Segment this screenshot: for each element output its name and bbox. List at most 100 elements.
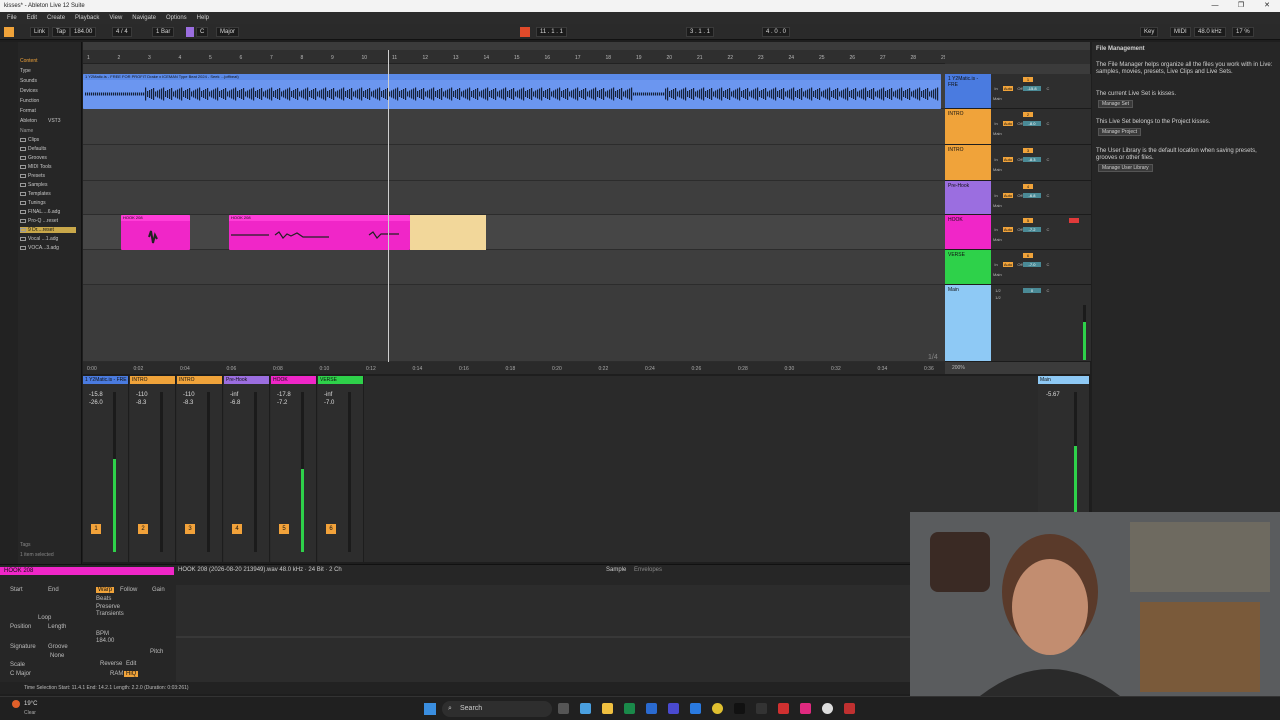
track-header[interactable]: HOOK (945, 215, 991, 250)
browser-item[interactable]: Pro-Q ...reset (20, 218, 58, 224)
clip-name-field[interactable]: HOOK 208 (0, 567, 174, 575)
tap-button[interactable]: Tap (52, 27, 70, 37)
strip-volume[interactable]: -inf (230, 392, 238, 398)
loop-start-field[interactable]: 3 . 1 . 1 (686, 27, 715, 37)
reverse-button[interactable]: Reverse (100, 661, 122, 667)
midi-map-label[interactable]: MIDI (1170, 27, 1191, 37)
menu-edit[interactable]: Edit (22, 15, 42, 21)
strip-volume[interactable]: -110 (136, 392, 148, 398)
main-lane[interactable] (83, 285, 945, 362)
track-header[interactable]: INTRO (945, 145, 991, 181)
track-activator[interactable]: 4 (232, 524, 242, 534)
strip-volume[interactable]: -17.8 (277, 392, 291, 398)
main-pan[interactable]: C (1043, 288, 1053, 293)
browser-filter-devices[interactable]: Devices (20, 88, 38, 94)
time-selection-region[interactable] (410, 215, 486, 250)
track-pan[interactable]: C (1043, 157, 1053, 162)
ableton-icon[interactable] (844, 703, 855, 714)
chrome-icon[interactable] (712, 703, 723, 714)
audio-clip[interactable]: 1 Y2Matic.is - FREE FOR PROFIT Drake x I… (83, 74, 941, 109)
track-number-button[interactable]: 2 (1023, 112, 1033, 117)
strip-name[interactable]: Pre-Hook (224, 376, 269, 384)
monitor-auto[interactable]: Auto (1003, 193, 1013, 198)
bar-ruler[interactable]: 1 2 3 4 5 6 7 8 9 10 11 12 13 14 15 16 17 18 19 20 21 22 23 24 2… (83, 50, 947, 64)
browser-item[interactable]: Samples (20, 182, 47, 188)
track-activator[interactable]: 6 (326, 524, 336, 534)
monitor-in[interactable]: In (991, 193, 1001, 198)
track-volume[interactable]: -6.8 (1023, 193, 1041, 198)
strip-volume[interactable]: -inf (324, 392, 332, 398)
time-ruler[interactable]: 0:00 0:02 0:04 0:06 0:08 0:10 0:12 0:14 0:16 0:18… (83, 362, 945, 374)
track-lane[interactable] (83, 250, 945, 285)
app-icon-3[interactable] (778, 703, 789, 714)
track-number-button[interactable]: 4 (1023, 184, 1033, 189)
time-signature-field[interactable]: 4 / 4 (112, 27, 132, 37)
browser-item[interactable]: VOCA...3.adg (20, 245, 59, 251)
file-explorer-icon[interactable] (602, 703, 613, 714)
browser-item[interactable]: Grooves (20, 155, 47, 161)
browser-item[interactable]: Templates (20, 191, 51, 197)
browser-filter-content[interactable]: Content (20, 58, 38, 64)
track-volume[interactable]: -7.2 (1023, 227, 1041, 232)
browser-item[interactable]: Clips (20, 137, 39, 143)
minimize-button[interactable]: — (1202, 0, 1228, 12)
track-lane[interactable] (83, 181, 945, 215)
browser-item[interactable]: MIDI Tools (20, 164, 52, 170)
track-pan[interactable]: C (1043, 121, 1053, 126)
output-routing[interactable]: Main (993, 131, 1009, 136)
app-icon-2[interactable] (756, 703, 767, 714)
monitor-in[interactable]: In (991, 262, 1001, 267)
browser-item-selected[interactable]: 9 Dr....reset (20, 227, 76, 233)
scale-icon[interactable] (186, 27, 194, 37)
track-lane[interactable]: 1 Y2Matic.is - FREE FOR PROFIT Drake x I… (83, 74, 945, 109)
manage-set-button[interactable]: Manage Set (1098, 100, 1133, 108)
tags-label[interactable]: Tags (20, 542, 31, 548)
browser-filter-vst3[interactable]: VST3 (48, 118, 61, 124)
track-volume[interactable]: -8.3 (1023, 157, 1041, 162)
track-lane[interactable] (83, 145, 945, 181)
loop-length-field[interactable]: 4 . 0 . 0 (762, 27, 791, 37)
monitor-in[interactable]: In (991, 157, 1001, 162)
manage-project-button[interactable]: Manage Project (1098, 128, 1142, 136)
output-routing[interactable]: Main (993, 272, 1009, 277)
menu-options[interactable]: Options (161, 15, 192, 21)
close-button[interactable]: ✕ (1254, 0, 1280, 12)
track-header[interactable]: INTRO (945, 109, 991, 145)
edge-icon[interactable] (624, 703, 635, 714)
terminal-icon[interactable] (734, 703, 745, 714)
ram-button[interactable]: RAM (110, 671, 123, 677)
track-header[interactable]: Pre-Hook (945, 181, 991, 215)
monitor-in[interactable]: In (991, 227, 1001, 232)
windows-start-icon[interactable] (424, 703, 436, 715)
output-routing[interactable]: Main (993, 167, 1009, 172)
store-icon[interactable] (668, 703, 679, 714)
key-root[interactable]: C (196, 27, 209, 37)
audio-clip-hook-2[interactable]: HOOK 208 (229, 215, 410, 250)
track-number-button[interactable]: 5 (1023, 218, 1033, 223)
browser-filter-sounds[interactable]: Sounds (20, 78, 37, 84)
quantize-menu[interactable]: 1 Bar (152, 27, 175, 37)
record-arm-button[interactable] (1069, 218, 1079, 223)
browser-filter-ableton[interactable]: Ableton (20, 118, 37, 124)
sample-editor[interactable] (176, 585, 910, 689)
warp-mode[interactable]: Beats (96, 596, 111, 602)
groove-value[interactable]: None (50, 653, 64, 659)
track-activator[interactable]: 5 (279, 524, 289, 534)
task-view-icon[interactable] (558, 703, 569, 714)
song-position[interactable]: 11 . 1 . 1 (536, 27, 567, 37)
browser-item[interactable]: Tunings (20, 200, 46, 206)
track-number-button[interactable]: 3 (1023, 148, 1033, 153)
app-icon[interactable] (690, 703, 701, 714)
main-routing-b[interactable]: 1/2 (991, 295, 1005, 300)
track-activator[interactable]: 1 (91, 524, 101, 534)
key-map-label[interactable]: Key (1140, 27, 1159, 37)
main-strip-volume[interactable]: -5.67 (1046, 392, 1060, 398)
monitor-auto[interactable]: Auto (1003, 86, 1013, 91)
track-pan[interactable]: C (1043, 193, 1053, 198)
track-header[interactable]: Main (945, 285, 991, 362)
tab-sample[interactable]: Sample (606, 567, 626, 573)
maximize-button[interactable]: ❐ (1228, 0, 1254, 12)
manage-user-library-button[interactable]: Manage User Library (1098, 164, 1153, 172)
track-activator[interactable]: 2 (138, 524, 148, 534)
track-number-button[interactable]: 6 (1023, 253, 1033, 258)
